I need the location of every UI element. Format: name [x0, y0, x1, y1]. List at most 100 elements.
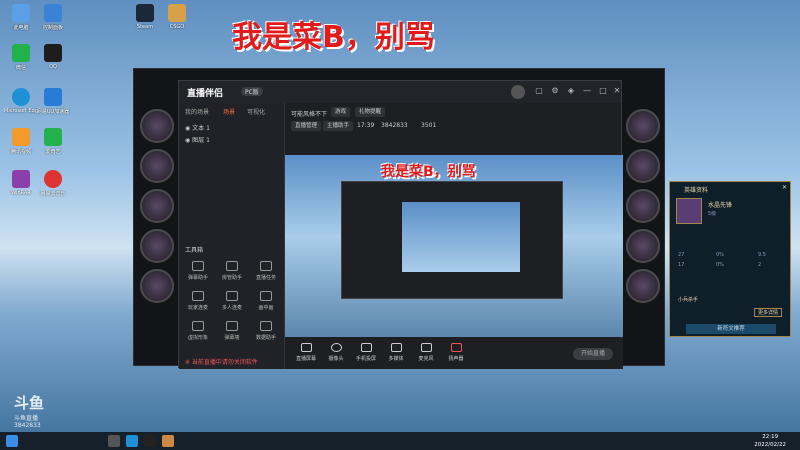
live-assistant-window[interactable]: 直播伴侣 PC版 ▢ ⚙ ◈ — □ ✕ 我的场景 场景 可视化 ◉ 文本 1 … [178, 80, 623, 369]
speaker-button[interactable]: 扬声器 [443, 343, 469, 362]
tool-player-mic[interactable]: 玩家连麦 [183, 291, 213, 311]
microphone-button[interactable]: 麦克风 [413, 343, 439, 362]
start-icon[interactable] [6, 435, 18, 447]
champion-portrait[interactable] [626, 269, 660, 303]
computer-icon [12, 4, 30, 22]
tool-avatar[interactable]: 虚拟形象 [183, 321, 213, 341]
desktop-icon[interactable]: QQ [36, 44, 70, 70]
iqiyi-icon [44, 128, 62, 146]
start-live-button[interactable]: 开始直播 [573, 348, 613, 360]
main-area: 可能风格不下 游戏 礼物提醒 直播管理 主播助手 17:39 3842833 3… [285, 103, 623, 369]
taskbar-game-icon[interactable] [144, 435, 156, 447]
user-icon [226, 261, 238, 271]
more-details-button[interactable]: 更多详情 [754, 308, 783, 317]
item-name[interactable]: 小兵杀手 [678, 296, 698, 303]
champion-portrait[interactable] [140, 189, 174, 223]
scene-item[interactable]: ◉ 文本 1 [185, 123, 210, 132]
app-name: 直播伴侣 [187, 89, 224, 99]
steam-icon [136, 4, 154, 22]
tool-danmaku-wall[interactable]: 弹幕墙 [217, 321, 247, 341]
tab-scenes[interactable]: 场景 [223, 107, 235, 116]
screen-source-button[interactable]: 直播屏幕 [293, 343, 319, 362]
hero-info-panel: 英雄资料 ✕ 水晶先锋 5级 27 17 0% 0% 9.5 2 小兵杀手 更多… [669, 181, 791, 337]
tab-visual[interactable]: 可视化 [247, 107, 265, 116]
message-icon[interactable]: ▢ [535, 87, 543, 95]
tool-tasks[interactable]: 直播任务 [251, 261, 281, 281]
tool-pip[interactable]: 画中画 [251, 291, 281, 311]
system-clock[interactable]: 22:19 2022/02/22 [754, 433, 786, 449]
manage-chip[interactable]: 直播管理 [291, 121, 322, 131]
live-duration: 17:39 [357, 122, 375, 129]
champion-portrait[interactable] [626, 109, 660, 143]
desktop-icon[interactable]: 网易UU加速器 [36, 88, 70, 115]
tool-danmaku[interactable]: 弹幕助手 [183, 261, 213, 281]
hero-level: 5级 [708, 211, 717, 217]
stat-value: 17 [678, 262, 685, 268]
champion-portrait[interactable] [140, 229, 174, 263]
desktop-icon[interactable]: 此电脑 [4, 4, 38, 31]
desktop-icon[interactable]: 爱奇艺 [36, 128, 70, 155]
desktop-icon[interactable]: Steam [128, 4, 162, 30]
nested-preview [402, 202, 520, 272]
phone-cast-button[interactable]: 手机投屏 [353, 343, 379, 362]
settings-icon[interactable]: ⚙ [551, 87, 559, 95]
tool-data[interactable]: 数据助手 [251, 321, 281, 341]
taskbar-edge-icon[interactable] [126, 435, 138, 447]
champion-portrait[interactable] [626, 229, 660, 263]
tools-header: 工具箱 [185, 247, 204, 254]
stat-value: 0% [716, 252, 724, 258]
hero-portrait [676, 198, 702, 224]
stat-value: 0% [716, 262, 724, 268]
edge-icon [12, 88, 30, 106]
title-bar: 直播伴侣 PC版 ▢ ⚙ ◈ — □ ✕ [179, 81, 621, 103]
skin-icon[interactable]: ◈ [567, 87, 575, 95]
stat-value: 9.5 [758, 252, 766, 258]
desktop-icon[interactable]: 腾讯视频 [4, 128, 38, 155]
stat-value: 2 [758, 262, 762, 268]
champion-portrait[interactable] [140, 149, 174, 183]
watermark-sub: 斗鱼直播 [14, 415, 39, 422]
champion-portrait[interactable] [626, 189, 660, 223]
minimize-icon[interactable]: — [583, 87, 591, 95]
control-panel-icon [44, 4, 62, 22]
stream-title[interactable]: 可能风格不下 [291, 109, 327, 118]
winrar-icon [12, 170, 30, 188]
assistant-chip[interactable]: 主播助手 [323, 121, 354, 131]
pip-icon [260, 291, 272, 301]
phone-icon [360, 343, 372, 352]
chat-icon [192, 261, 204, 271]
desktop-icon[interactable]: 控制面板 [36, 4, 70, 31]
avatar[interactable] [511, 85, 525, 99]
close-icon[interactable]: ✕ [782, 184, 787, 191]
desktop-icon[interactable]: Microsoft Edge [4, 88, 38, 114]
champion-portrait[interactable] [140, 269, 174, 303]
camera-icon [330, 343, 342, 352]
taskbar-app-icon[interactable] [108, 435, 120, 447]
taskbar-live-icon[interactable] [162, 435, 174, 447]
champion-portrait[interactable] [140, 109, 174, 143]
tool-multi-mic[interactable]: 多人连麦 [217, 291, 247, 311]
wall-icon [226, 321, 238, 331]
taskbar: 22:19 2022/02/22 [0, 432, 800, 450]
group-icon [226, 291, 238, 301]
play-icon [390, 343, 402, 352]
tags-chip[interactable]: 礼物提醒 [355, 107, 386, 117]
desktop-icon[interactable]: WinRAR [4, 170, 38, 196]
champion-portrait[interactable] [626, 149, 660, 183]
music-icon [44, 170, 62, 188]
tool-room-admin[interactable]: 房管助手 [217, 261, 247, 281]
media-button[interactable]: 多媒体 [383, 343, 409, 362]
category-chip[interactable]: 游戏 [331, 107, 351, 117]
desktop-icon[interactable]: 微信 [4, 44, 38, 71]
desktop-icon[interactable]: 网易云音乐 [36, 170, 70, 197]
camera-button[interactable]: 摄像头 [323, 343, 349, 362]
left-panel: 我的场景 场景 可视化 ◉ 文本 1 ◉ 图层 1 工具箱 弹幕助手 房管助手 … [179, 103, 285, 369]
close-icon[interactable]: ✕ [613, 87, 621, 95]
tab-my-scenes[interactable]: 我的场景 [185, 107, 209, 116]
panel-title: 英雄资料 [684, 187, 709, 194]
maximize-icon[interactable]: □ [599, 87, 607, 95]
apply-runes-button[interactable]: 新符文推荐 [686, 324, 776, 334]
scene-item[interactable]: ◉ 图层 1 [185, 135, 210, 144]
stream-preview[interactable]: 我是菜B，别骂 [285, 155, 623, 337]
desktop-icon[interactable]: CSGO [160, 4, 194, 30]
